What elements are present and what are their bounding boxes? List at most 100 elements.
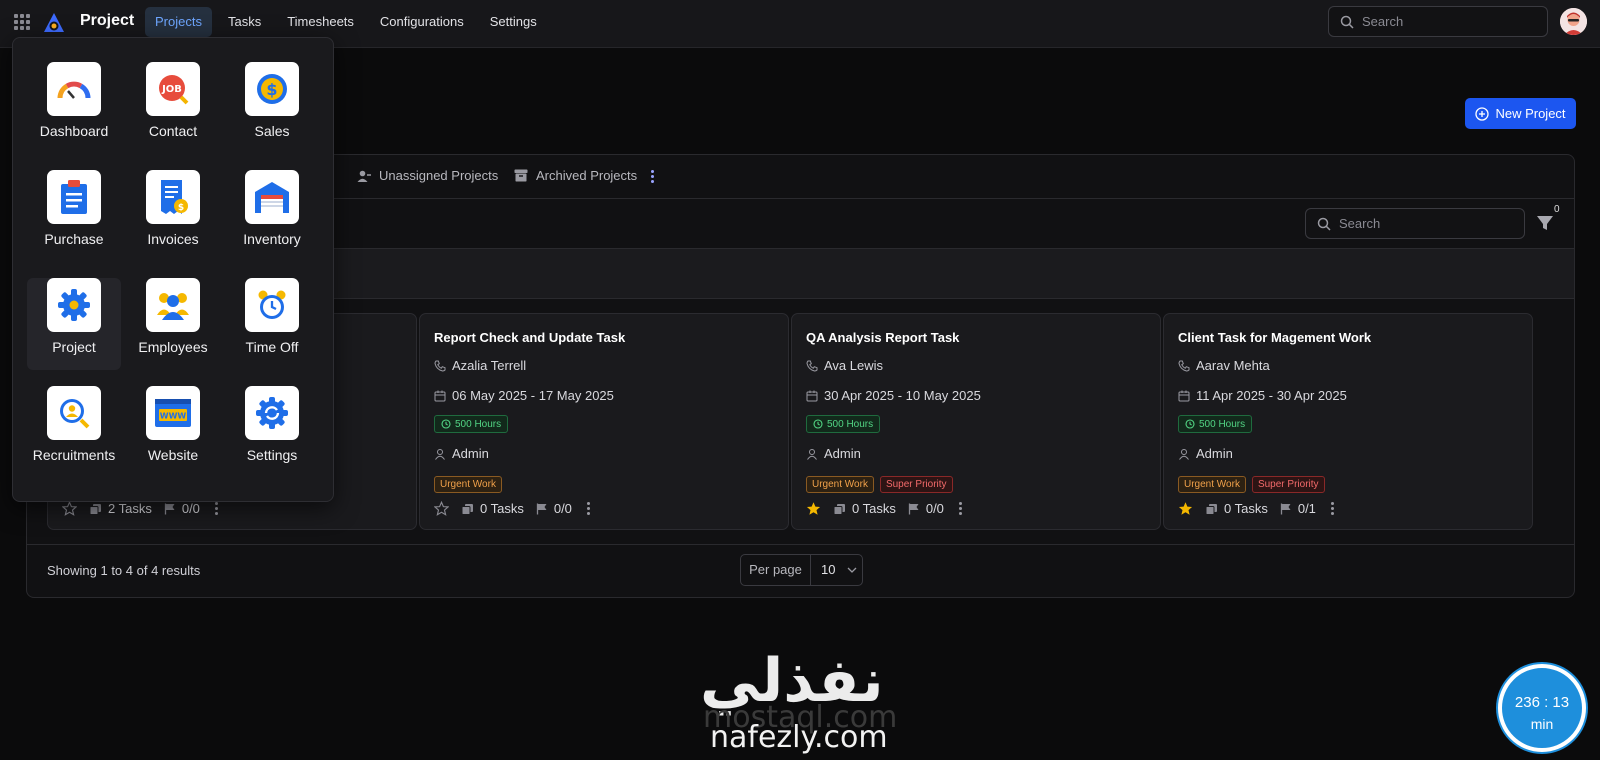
gear-refresh-icon <box>245 386 299 440</box>
tab-unassigned-projects[interactable]: Unassigned Projects <box>357 168 498 183</box>
nav-configurations[interactable]: Configurations <box>370 7 474 37</box>
hours-value: 500 Hours <box>455 418 502 430</box>
per-page-value: 10 <box>821 562 836 577</box>
avatar[interactable] <box>1560 8 1587 35</box>
dollar-icon: $ <box>245 62 299 116</box>
app-employees[interactable]: Employees <box>126 278 220 370</box>
app-time-off[interactable]: Time Off <box>225 278 319 370</box>
more-vertical-icon[interactable] <box>1328 502 1338 515</box>
phone-icon <box>1178 360 1190 372</box>
star-icon[interactable] <box>62 501 77 516</box>
user-icon <box>807 448 817 460</box>
tag-super: Super Priority <box>1251 476 1325 493</box>
app-launcher-menu: Dashboard JOB Contact $ Sales Purchase $ Invoic… <box>12 37 334 502</box>
task-count: 0 Tasks <box>461 501 524 516</box>
search-person-icon <box>47 386 101 440</box>
calendar-icon <box>806 390 818 401</box>
date-range-line: 30 Apr 2025 - 10 May 2025 <box>806 388 981 403</box>
contact-line: Aarav Mehta <box>1178 358 1270 373</box>
svg-text:$: $ <box>178 203 184 213</box>
star-filled-icon[interactable] <box>806 501 821 516</box>
tag-list: Urgent Work Super Priority <box>806 476 953 493</box>
tag-list: Urgent Work Super Priority <box>1178 476 1325 493</box>
per-page-select[interactable]: Per page 10 <box>740 554 863 586</box>
timer-widget[interactable]: 236 : 13 min <box>1498 664 1586 752</box>
flag-icon <box>1280 503 1291 514</box>
people-icon <box>146 278 200 332</box>
search-icon <box>1340 15 1354 29</box>
project-search[interactable] <box>1305 208 1525 239</box>
nav-projects[interactable]: Projects <box>145 7 212 37</box>
more-vertical-icon[interactable] <box>212 502 222 515</box>
project-title[interactable]: Client Task for Magement Work <box>1178 330 1371 345</box>
flag-icon <box>908 503 919 514</box>
app-website[interactable]: WWW Website <box>126 386 220 478</box>
milestone-count: 0/0 <box>908 501 944 516</box>
nav-timesheets[interactable]: Timesheets <box>277 7 364 37</box>
tabs-more-button[interactable] <box>647 170 657 183</box>
tasks-icon <box>89 503 101 515</box>
star-icon[interactable] <box>434 501 449 516</box>
pagination-footer: Showing 1 to 4 of 4 results Per page 10 <box>27 544 1574 597</box>
app-recruitments[interactable]: Recruitments <box>27 386 121 478</box>
project-title[interactable]: Report Check and Update Task <box>434 330 625 345</box>
app-inventory[interactable]: Inventory <box>225 170 319 262</box>
user-minus-icon <box>357 170 371 182</box>
hours-badge: 500 Hours <box>806 415 881 433</box>
results-summary: Showing 1 to 4 of 4 results <box>47 563 201 578</box>
app-invoices[interactable]: $ Invoices <box>126 170 220 262</box>
filter-icon[interactable] <box>1536 213 1554 233</box>
project-card[interactable]: Report Check and Update Task Azalia Terre… <box>419 313 789 530</box>
app-label: Dashboard <box>39 123 109 139</box>
card-footer: 0 Tasks 0/1 <box>1178 501 1338 516</box>
nav-tasks[interactable]: Tasks <box>218 7 271 37</box>
archive-icon <box>514 169 528 182</box>
app-grid-icon[interactable] <box>14 14 30 30</box>
nav-settings[interactable]: Settings <box>480 7 547 37</box>
app-project[interactable]: Project <box>27 278 121 370</box>
contact-name: Azalia Terrell <box>452 358 527 373</box>
project-title[interactable]: QA Analysis Report Task <box>806 330 959 345</box>
app-label: Invoices <box>147 231 199 247</box>
tasks-icon <box>1205 503 1217 515</box>
milestone-count: 0/0 <box>164 501 200 516</box>
global-search-input[interactable] <box>1362 7 1537 36</box>
task-count-value: 2 Tasks <box>108 501 152 516</box>
new-project-button[interactable]: New Project <box>1465 98 1576 129</box>
project-card[interactable]: Client Task for Magement Work Aarav Mehta… <box>1163 313 1533 530</box>
tag-super: Super Priority <box>879 476 953 493</box>
more-vertical-icon[interactable] <box>956 502 966 515</box>
chevron-down-icon <box>848 567 857 573</box>
tag-list: Urgent Work <box>434 476 502 493</box>
task-count: 0 Tasks <box>833 501 896 516</box>
project-card[interactable]: QA Analysis Report Task Ava Lewis 30 Apr 2… <box>791 313 1161 530</box>
app-label: Time Off <box>245 339 299 355</box>
app-contact[interactable]: JOB Contact <box>126 62 220 154</box>
tab-archived-projects[interactable]: Archived Projects <box>514 168 637 183</box>
star-filled-icon[interactable] <box>1178 501 1193 516</box>
timer-value: 236 : 13 <box>1514 694 1570 711</box>
owner-name: Admin <box>1196 446 1233 461</box>
timer-unit: min <box>1530 716 1554 732</box>
app-purchase[interactable]: Purchase <box>27 170 121 262</box>
project-search-input[interactable] <box>1339 209 1514 238</box>
app-sales[interactable]: $ Sales <box>225 62 319 154</box>
app-label: Recruitments <box>32 447 116 463</box>
card-footer: 2 Tasks 0/0 <box>62 501 222 516</box>
date-range-line: 06 May 2025 - 17 May 2025 <box>434 388 614 403</box>
owner-line: Admin <box>806 446 861 461</box>
date-range: 11 Apr 2025 - 30 Apr 2025 <box>1196 388 1347 403</box>
filter-count-badge: 0 <box>1554 204 1560 215</box>
tab-unassigned-label: Unassigned Projects <box>379 168 499 183</box>
milestone-count: 0/0 <box>536 501 572 516</box>
milestone-count: 0/1 <box>1280 501 1316 516</box>
more-vertical-icon[interactable] <box>584 502 594 515</box>
alarm-clock-icon <box>245 278 299 332</box>
phone-icon <box>434 360 446 372</box>
global-search[interactable] <box>1328 6 1548 37</box>
app-dashboard[interactable]: Dashboard <box>27 62 121 154</box>
per-page-value-wrap[interactable]: 10 <box>811 555 862 585</box>
app-settings[interactable]: Settings <box>225 386 319 478</box>
flag-icon <box>536 503 547 514</box>
svg-text:$: $ <box>266 80 277 99</box>
